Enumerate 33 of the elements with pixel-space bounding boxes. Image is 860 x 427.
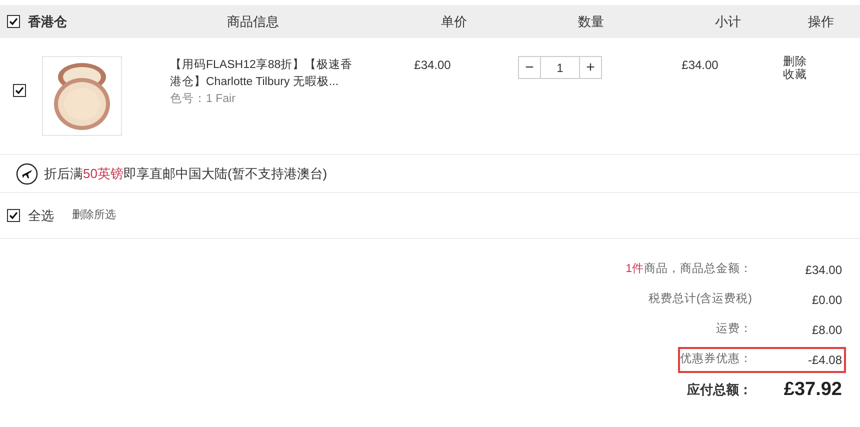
checkbox[interactable] (7, 15, 20, 28)
summary-value: £34.00 (804, 262, 842, 279)
airplane-icon (16, 162, 38, 184)
summary-label: 1件商品，商品总金额： (626, 263, 752, 276)
product-thumbnail[interactable] (42, 56, 122, 136)
quantity-stepper[interactable]: − 1 + (518, 56, 602, 79)
summary-value: £37.92 (782, 378, 842, 402)
increase-button[interactable]: + (579, 57, 601, 78)
delete-selected-link[interactable]: 删除所选 (72, 207, 116, 224)
subtotal: £34.00 (680, 57, 720, 74)
column-header: 数量 (576, 12, 605, 31)
summary-value: £0.00 (810, 292, 842, 309)
checkbox[interactable] (13, 84, 26, 97)
product-title[interactable]: 【用码FLASH12享88折】【极速香港仓】Charlotte Tilbury 无暇极... (170, 57, 360, 91)
action-link[interactable]: 删除 (783, 56, 807, 69)
unit-price: £34.00 (413, 57, 452, 74)
column-header: 小计 (714, 12, 742, 31)
summary-label: 税费总计(含运费税) (648, 293, 752, 306)
action-link[interactable]: 收藏 (783, 69, 807, 82)
checkbox[interactable] (7, 209, 20, 222)
summary-value: -£4.08 (806, 352, 842, 369)
column-header: 商品信息 (226, 12, 280, 31)
shipping-notice: 折后满50英镑即享直邮中国大陆(暂不支持港澳台) (44, 164, 328, 183)
summary-label: 优惠券优惠： (680, 353, 752, 366)
select-all-label[interactable]: 全选 (28, 206, 54, 226)
warehouse-label: 香港仓 (28, 12, 68, 31)
column-header: 操作 (806, 12, 835, 31)
summary-label: 运费： (716, 323, 752, 336)
column-header: 单价 (440, 12, 468, 31)
product-variant: 色号：1 Fair (170, 92, 236, 107)
summary-value: £8.00 (810, 322, 842, 339)
summary-label: 应付总额： (687, 382, 752, 398)
decrease-button[interactable]: − (519, 57, 541, 78)
